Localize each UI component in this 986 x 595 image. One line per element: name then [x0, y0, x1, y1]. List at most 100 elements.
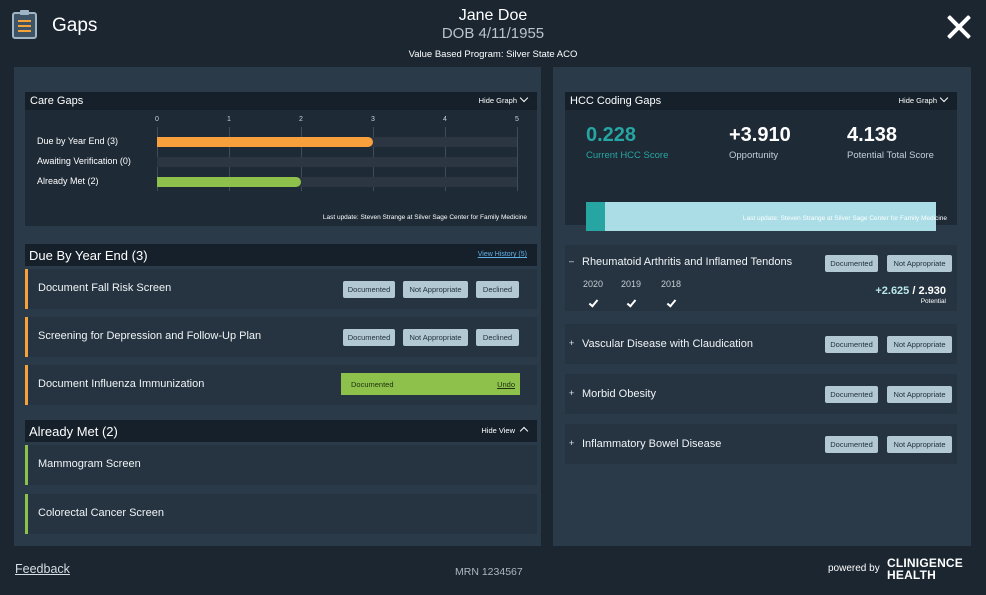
bar [157, 137, 373, 147]
year-label: 2019 [620, 279, 642, 289]
documented-label: Documented [351, 380, 394, 389]
hide-view-button[interactable]: Hide View [481, 426, 529, 436]
category-label: Already Met (2) [37, 176, 99, 186]
not-appropriate-button[interactable]: Not Appropriate [887, 386, 952, 403]
view-history-link[interactable]: View History (5) [478, 251, 527, 258]
condition-name[interactable]: Inflammatory Bowel Disease [582, 438, 721, 450]
grid-line [517, 127, 518, 191]
opportunity-label: Opportunity [729, 150, 779, 161]
opportunity-score: +3.910 [729, 124, 791, 146]
x-tick-label: 4 [443, 116, 447, 123]
row-accent [25, 317, 28, 357]
x-tick-label: 5 [515, 116, 519, 123]
hcc-card: HCC Coding Gaps Hide Graph 0.228 Current… [565, 92, 957, 231]
documented-button[interactable]: Documented [825, 255, 878, 272]
last-update: Last update: Steven Strange at Silver Sa… [742, 215, 947, 222]
declined-button[interactable]: Declined [476, 329, 519, 346]
chevron-up-icon [519, 426, 529, 436]
gap-row-depression: Screening for Depression and Follow-Up P… [25, 317, 537, 357]
x-tick-label: 2 [299, 116, 303, 123]
current-hcc-score: 0.228 [586, 124, 637, 146]
gap-label: Screening for Depression and Follow-Up P… [38, 330, 262, 342]
feedback-link[interactable]: Feedback [15, 562, 70, 576]
met-section-title: Already Met (2) [29, 424, 118, 439]
hcc-score-bar-fill [586, 202, 606, 231]
program-label: Value Based Program: Silver State ACO [408, 49, 578, 60]
last-update: Last update: Steven Strange at Silver Sa… [322, 214, 527, 221]
gap-row-influenza: Document Influenza Immunization Document… [25, 365, 537, 405]
documented-status: Documented Undo [341, 373, 520, 395]
year-label: 2020 [582, 279, 604, 289]
collapse-toggle[interactable]: – [569, 256, 574, 266]
due-section-header: Due By Year End (3) View History (5) [25, 244, 537, 266]
documented-button[interactable]: Documented [825, 436, 878, 453]
check-icon [666, 297, 677, 308]
condition-vascular-disease: + Vascular Disease with Claudication Doc… [565, 324, 957, 364]
condition-rheumatoid-arthritis: – Rheumatoid Arthritis and Inflamed Tend… [565, 245, 957, 311]
gap-label: Document Influenza Immunization [38, 378, 205, 390]
expand-toggle[interactable]: + [569, 438, 574, 448]
undo-link[interactable]: Undo [497, 380, 515, 389]
potential-caption: Potential [920, 298, 946, 305]
chevron-down-icon [939, 93, 949, 103]
potential-score: +2.625 / 2.930 [875, 285, 946, 297]
hide-graph-button[interactable]: Hide Graph [899, 93, 949, 105]
close-icon[interactable] [946, 14, 972, 40]
check-icon [588, 297, 599, 308]
patient-name: Jane Doe [458, 7, 528, 24]
not-appropriate-button[interactable]: Not Appropriate [403, 281, 468, 298]
care-gaps-panel: Care Gaps Hide Graph 0 1 2 3 4 5 Due by Year E… [14, 67, 541, 546]
not-appropriate-button[interactable]: Not Appropriate [887, 336, 952, 353]
potential-total-score: 4.138 [847, 124, 898, 146]
documented-button[interactable]: Documented [343, 281, 395, 298]
declined-button[interactable]: Declined [476, 281, 519, 298]
hcc-title: HCC Coding Gaps [570, 95, 662, 107]
expand-toggle[interactable]: + [569, 388, 574, 398]
expand-toggle[interactable]: + [569, 338, 574, 348]
gap-row-mammogram: Mammogram Screen [25, 445, 537, 485]
documented-button[interactable]: Documented [825, 336, 878, 353]
row-accent [25, 445, 28, 485]
current-hcc-score-label: Current HCC Score [586, 150, 669, 161]
category-label: Due by Year End (3) [37, 136, 119, 146]
x-tick-label: 0 [155, 116, 159, 123]
row-accent [25, 365, 28, 405]
row-accent [25, 269, 28, 309]
gap-row-colorectal: Colorectal Cancer Screen [25, 494, 537, 534]
condition-name[interactable]: Rheumatoid Arthritis and Inflamed Tendon… [582, 256, 792, 268]
potential-total-label: Potential Total Score [847, 150, 934, 161]
condition-name[interactable]: Morbid Obesity [582, 388, 656, 400]
patient-dob: DOB 4/11/1955 [441, 25, 545, 42]
bar [157, 177, 301, 187]
potential-total: 2.930 [918, 285, 946, 297]
row-accent [25, 494, 28, 534]
gap-label: Document Fall Risk Screen [38, 282, 172, 294]
not-appropriate-button[interactable]: Not Appropriate [887, 255, 952, 272]
care-gaps-title: Care Gaps [30, 95, 84, 107]
bar-track [157, 157, 517, 167]
clinigence-health-logo: CLINIGENCE HEALTH [887, 556, 964, 582]
x-tick-label: 3 [371, 116, 375, 123]
year-label: 2018 [660, 279, 682, 289]
met-section-header: Already Met (2) Hide View [25, 420, 537, 442]
documented-button[interactable]: Documented [825, 386, 878, 403]
condition-morbid-obesity: + Morbid Obesity Documented Not Appropri… [565, 374, 957, 414]
not-appropriate-button[interactable]: Not Appropriate [887, 436, 952, 453]
gap-row-fall-risk: Document Fall Risk Screen Documented Not… [25, 269, 537, 309]
x-tick-label: 1 [227, 116, 231, 123]
check-icon [626, 297, 637, 308]
due-section-title: Due By Year End (3) [29, 248, 148, 263]
condition-name[interactable]: Vascular Disease with Claudication [582, 338, 753, 350]
hcc-panel: HCC Coding Gaps Hide Graph 0.228 Current… [553, 67, 971, 546]
condition-inflammatory-bowel-disease: + Inflammatory Bowel Disease Documented … [565, 424, 957, 464]
potential-gain: +2.625 [875, 285, 910, 297]
care-gaps-card: Care Gaps Hide Graph 0 1 2 3 4 5 Due by Year E… [25, 92, 537, 226]
chevron-down-icon [519, 93, 529, 103]
not-appropriate-button[interactable]: Not Appropriate [403, 329, 468, 346]
gap-label: Mammogram Screen [38, 458, 141, 470]
category-label: Awaiting Verification (0) [37, 156, 131, 166]
mrn-label: MRN 1234567 [455, 566, 523, 578]
hide-graph-button[interactable]: Hide Graph [479, 93, 529, 105]
documented-button[interactable]: Documented [343, 329, 395, 346]
gap-label: Colorectal Cancer Screen [38, 507, 164, 519]
